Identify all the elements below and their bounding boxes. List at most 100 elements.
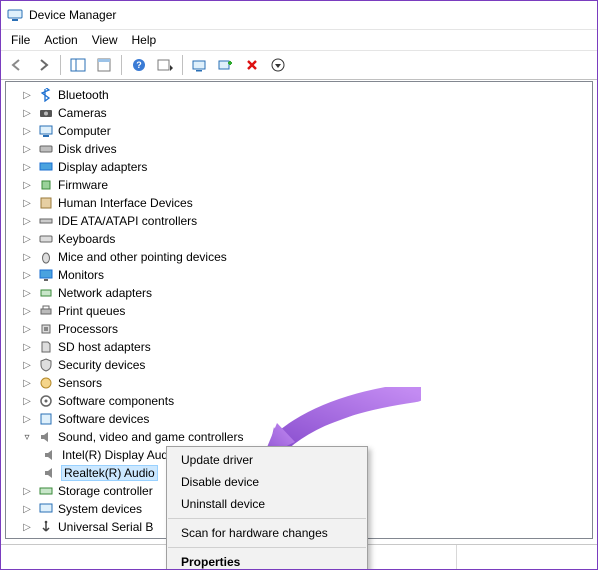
tree-item-sensors[interactable]: ▷Sensors xyxy=(8,374,590,392)
help-button[interactable]: ? xyxy=(127,53,151,77)
expand-icon[interactable]: ▷ xyxy=(20,160,34,174)
firmware-icon xyxy=(38,177,54,193)
tree-item-cameras[interactable]: ▷Cameras xyxy=(8,104,590,122)
network-icon xyxy=(38,285,54,301)
expand-icon[interactable]: ▷ xyxy=(20,268,34,282)
bluetooth-icon xyxy=(38,87,54,103)
expand-icon[interactable]: ▷ xyxy=(20,502,34,516)
monitor-icon xyxy=(38,267,54,283)
tree-item-software-devices[interactable]: ▷Software devices xyxy=(8,410,590,428)
context-menu-separator xyxy=(168,518,366,519)
display-adapter-icon xyxy=(38,159,54,175)
expand-icon[interactable]: ▷ xyxy=(20,232,34,246)
tree-item-computer[interactable]: ▷Computer xyxy=(8,122,590,140)
context-menu-disable-device[interactable]: Disable device xyxy=(167,471,367,493)
expand-icon[interactable]: ▷ xyxy=(20,520,34,534)
remove-hardware-button[interactable] xyxy=(240,53,264,77)
context-menu: Update driver Disable device Uninstall d… xyxy=(166,446,368,570)
tree-item-firmware[interactable]: ▷Firmware xyxy=(8,176,590,194)
expand-icon[interactable]: ▷ xyxy=(20,178,34,192)
system-icon xyxy=(38,501,54,517)
svg-text:?: ? xyxy=(136,60,142,70)
mouse-icon xyxy=(38,249,54,265)
sensor-icon xyxy=(38,375,54,391)
tree-item-disk-drives[interactable]: ▷Disk drives xyxy=(8,140,590,158)
menubar: File Action View Help xyxy=(1,30,597,50)
menu-file[interactable]: File xyxy=(5,31,36,49)
app-icon xyxy=(7,7,23,23)
processor-icon xyxy=(38,321,54,337)
expand-icon[interactable]: ▷ xyxy=(20,358,34,372)
tree-item-software-components[interactable]: ▷Software components xyxy=(8,392,590,410)
tree-item-monitors[interactable]: ▷Monitors xyxy=(8,266,590,284)
scan-hardware-button[interactable] xyxy=(188,53,212,77)
menu-view[interactable]: View xyxy=(86,31,124,49)
tree-item-bluetooth[interactable]: ▷Bluetooth xyxy=(8,86,590,104)
software-component-icon xyxy=(38,393,54,409)
context-menu-update-driver[interactable]: Update driver xyxy=(167,449,367,471)
expand-icon[interactable]: ▷ xyxy=(20,376,34,390)
keyboard-icon xyxy=(38,231,54,247)
tree-item-print-queues[interactable]: ▷Print queues xyxy=(8,302,590,320)
tree-item-display-adapters[interactable]: ▷Display adapters xyxy=(8,158,590,176)
expand-icon[interactable]: ▷ xyxy=(20,250,34,264)
expand-icon[interactable]: ▷ xyxy=(20,322,34,336)
hid-icon xyxy=(38,195,54,211)
audio-device-icon xyxy=(42,465,58,481)
tree-item-sd-host[interactable]: ▷SD host adapters xyxy=(8,338,590,356)
expand-icon[interactable]: ▷ xyxy=(20,286,34,300)
menu-action[interactable]: Action xyxy=(38,31,83,49)
tree-item-ide[interactable]: ▷IDE ATA/ATAPI controllers xyxy=(8,212,590,230)
add-hardware-button[interactable] xyxy=(214,53,238,77)
tree-item-mice[interactable]: ▷Mice and other pointing devices xyxy=(8,248,590,266)
expand-icon[interactable]: ▷ xyxy=(20,340,34,354)
expand-icon[interactable]: ▷ xyxy=(20,124,34,138)
expand-icon[interactable]: ▷ xyxy=(20,214,34,228)
dropdown-button[interactable] xyxy=(266,53,290,77)
ide-icon xyxy=(38,213,54,229)
context-menu-properties[interactable]: Properties xyxy=(167,551,367,570)
camera-icon xyxy=(38,105,54,121)
back-button[interactable] xyxy=(5,53,29,77)
context-menu-separator xyxy=(168,547,366,548)
forward-button[interactable] xyxy=(31,53,55,77)
security-icon xyxy=(38,357,54,373)
selected-item-label: Realtek(R) Audio xyxy=(62,466,157,480)
menu-help[interactable]: Help xyxy=(126,31,163,49)
expand-icon[interactable]: ▷ xyxy=(20,196,34,210)
action-button[interactable] xyxy=(153,53,177,77)
device-manager-window: Device Manager File Action View Help ? ▷… xyxy=(0,0,598,570)
properties-button[interactable] xyxy=(92,53,116,77)
show-hide-tree-button[interactable] xyxy=(66,53,90,77)
usb-icon xyxy=(38,519,54,535)
tree-item-network[interactable]: ▷Network adapters xyxy=(8,284,590,302)
toolbar-separator xyxy=(60,55,61,75)
expand-icon[interactable]: ▷ xyxy=(20,142,34,156)
titlebar: Device Manager xyxy=(1,1,597,30)
tree-item-hid[interactable]: ▷Human Interface Devices xyxy=(8,194,590,212)
tree-item-sound[interactable]: ▿Sound, video and game controllers xyxy=(8,428,590,446)
storage-icon xyxy=(38,483,54,499)
collapse-icon[interactable]: ▿ xyxy=(20,430,34,444)
context-menu-scan-hardware[interactable]: Scan for hardware changes xyxy=(167,522,367,544)
tree-item-keyboards[interactable]: ▷Keyboards xyxy=(8,230,590,248)
context-menu-uninstall-device[interactable]: Uninstall device xyxy=(167,493,367,515)
expand-icon[interactable]: ▷ xyxy=(20,412,34,426)
expand-icon[interactable]: ▷ xyxy=(20,304,34,318)
expand-icon[interactable]: ▷ xyxy=(20,484,34,498)
expand-icon[interactable]: ▷ xyxy=(20,394,34,408)
audio-device-icon xyxy=(42,447,58,463)
toolbar-separator xyxy=(182,55,183,75)
software-device-icon xyxy=(38,411,54,427)
tree-item-security[interactable]: ▷Security devices xyxy=(8,356,590,374)
computer-icon xyxy=(38,123,54,139)
expand-icon[interactable]: ▷ xyxy=(20,88,34,102)
expand-icon[interactable]: ▷ xyxy=(20,106,34,120)
toolbar-separator xyxy=(121,55,122,75)
disk-icon xyxy=(38,141,54,157)
printer-icon xyxy=(38,303,54,319)
statusbar-cell xyxy=(457,545,597,569)
sd-icon xyxy=(38,339,54,355)
sound-icon xyxy=(38,429,54,445)
tree-item-processors[interactable]: ▷Processors xyxy=(8,320,590,338)
